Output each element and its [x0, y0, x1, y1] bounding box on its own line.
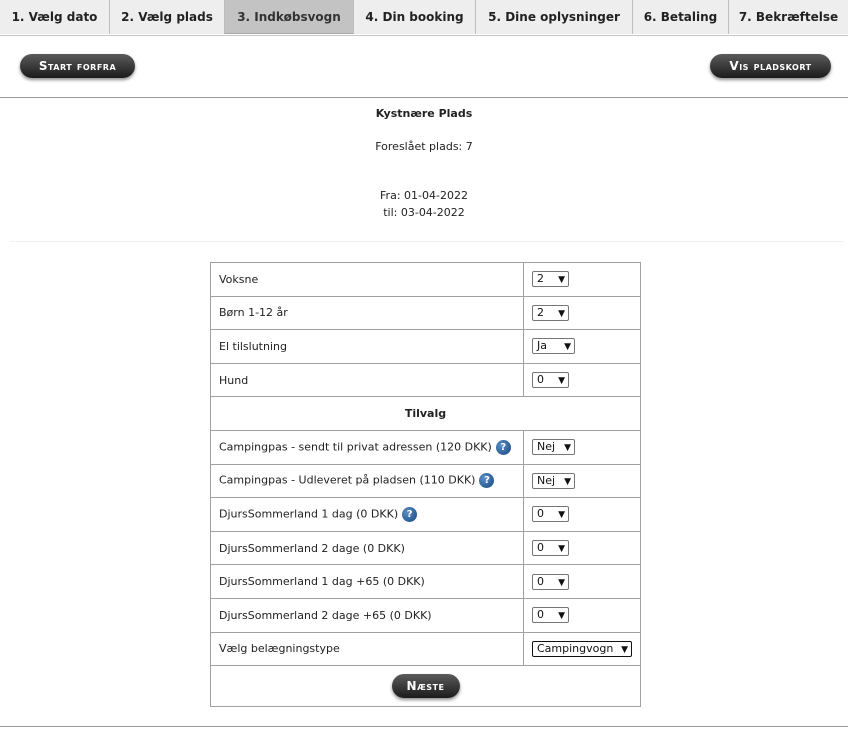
adults-select[interactable]: 2 ▼	[532, 271, 569, 288]
start-over-button[interactable]: Start forfra	[20, 54, 135, 78]
tab-step-6[interactable]: 6. Betaling	[633, 0, 729, 34]
electricity-select[interactable]: Ja ▼	[532, 338, 575, 355]
djurs-1day-select[interactable]: 0 ▼	[532, 506, 569, 523]
table-row: Tilvalg	[210, 396, 641, 431]
table-row: Voksne 2 ▼	[210, 262, 641, 297]
divider	[0, 726, 848, 727]
tab-step-5[interactable]: 5. Dine oplysninger	[476, 0, 633, 34]
chevron-down-icon: ▼	[558, 510, 565, 521]
table-row: Campingpas - Udleveret på pladsen (110 D…	[210, 463, 641, 499]
tab-step-1[interactable]: 1. Vælg dato	[0, 0, 110, 34]
row-label: DjursSommerland 1 dag +65 (0 DKK)	[210, 564, 524, 599]
divider	[10, 241, 844, 242]
table-row: Vælg belægningstype Campingvogn ▼	[210, 631, 641, 667]
row-label: Voksne	[210, 262, 524, 297]
dog-select[interactable]: 0 ▼	[532, 372, 569, 389]
row-label: Hund	[210, 362, 524, 398]
tab-step-2[interactable]: 2. Vælg plads	[110, 0, 225, 34]
question-mark-icon[interactable]: ?	[479, 473, 495, 489]
question-mark-icon[interactable]: ?	[402, 506, 418, 522]
table-row: El tilslutning Ja ▼	[210, 329, 641, 364]
djurs-2day-65-select[interactable]: 0 ▼	[532, 607, 569, 624]
djurs-1day-65-select[interactable]: 0 ▼	[532, 573, 569, 590]
chevron-down-icon: ▼	[564, 476, 571, 487]
action-bar: Start forfra Vis pladskort	[0, 35, 848, 98]
row-label: Vælg belægningstype	[210, 631, 524, 667]
show-map-button[interactable]: Vis pladskort	[710, 54, 831, 78]
pitch-type-select[interactable]: Campingvogn ▼	[532, 640, 632, 657]
table-row: Børn 1-12 år 2 ▼	[210, 295, 641, 331]
table-row: Næste	[210, 665, 641, 708]
children-select[interactable]: 2 ▼	[532, 304, 569, 321]
row-label: Børn 1-12 år	[210, 295, 524, 331]
table-row: DjursSommerland 2 dage +65 (0 DKK) 0 ▼	[210, 597, 641, 633]
chevron-down-icon: ▼	[558, 577, 565, 588]
tab-step-4[interactable]: 4. Din booking	[354, 0, 476, 34]
row-label: DjursSommerland 1 dag (0 DKK)	[219, 507, 399, 521]
next-button[interactable]: Næste	[391, 674, 460, 699]
question-mark-icon[interactable]: ?	[495, 439, 511, 455]
step-tabs: 1. Vælg dato 2. Vælg plads 3. Indkøbsvog…	[0, 0, 848, 36]
chevron-down-icon: ▼	[558, 611, 565, 622]
chevron-down-icon: ▼	[621, 644, 628, 655]
area-title: Kystnære Plads	[375, 107, 473, 120]
options-table: Voksne 2 ▼ Børn 1-12 år 2 ▼ El tilslutning…	[210, 262, 641, 708]
tab-step-3[interactable]: 3. Indkøbsvogn	[225, 0, 354, 34]
campingpas-onsite-select[interactable]: Nej ▼	[532, 472, 575, 489]
row-label: El tilslutning	[210, 329, 524, 364]
table-row: DjursSommerland 2 dage (0 DKK) 0 ▼	[210, 530, 641, 566]
row-label: DjursSommerland 2 dage (0 DKK)	[210, 530, 524, 566]
table-row: Hund 0 ▼	[210, 362, 641, 398]
chevron-down-icon: ▼	[558, 544, 565, 555]
chevron-down-icon: ▼	[564, 342, 571, 353]
chevron-down-icon: ▼	[558, 275, 565, 286]
table-row: DjursSommerland 1 dag (0 DKK)? 0 ▼	[210, 497, 641, 532]
djurs-2day-select[interactable]: 0 ▼	[532, 540, 569, 557]
table-row: Campingpas - sendt til privat adressen (…	[210, 429, 641, 465]
addons-heading: Tilvalg	[210, 396, 641, 431]
table-row: DjursSommerland 1 dag +65 (0 DKK) 0 ▼	[210, 564, 641, 599]
campingpas-post-select[interactable]: Nej ▼	[532, 439, 575, 456]
suggested-site: Foreslået plads: 7	[375, 140, 473, 153]
row-label: Campingpas - Udleveret på pladsen (110 D…	[219, 473, 476, 487]
row-label: DjursSommerland 2 dage +65 (0 DKK)	[210, 597, 524, 633]
row-label: Campingpas - sendt til privat adressen (…	[219, 440, 492, 454]
chevron-down-icon: ▼	[564, 443, 571, 454]
date-from: Fra: 01-04-2022	[380, 189, 468, 202]
tab-step-7[interactable]: 7. Bekræftelse	[729, 0, 848, 34]
chevron-down-icon: ▼	[558, 308, 565, 319]
chevron-down-icon: ▼	[558, 376, 565, 387]
date-to: til: 03-04-2022	[383, 206, 465, 219]
